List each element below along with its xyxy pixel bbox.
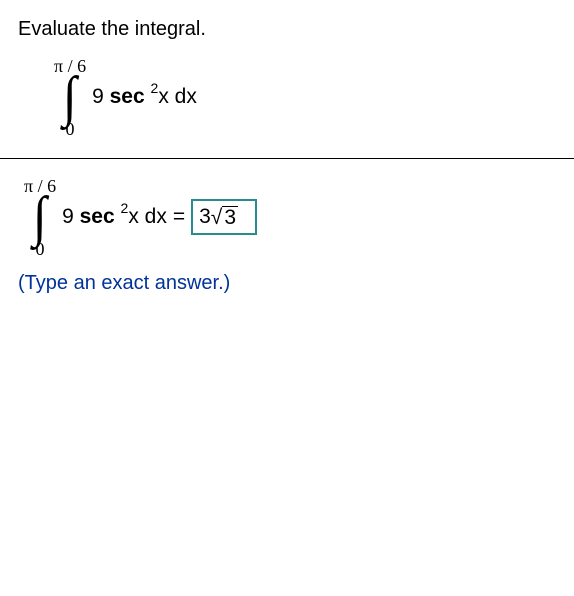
answer-equation: π / 6 ∫ 0 9 sec 2x dx = 3√3 xyxy=(24,177,556,258)
sqrt-icon: √3 xyxy=(211,206,238,228)
problem-integral: π / 6 ∫ 0 9 sec 2x dx xyxy=(54,57,556,138)
variable: x xyxy=(158,85,169,109)
coeff: 9 xyxy=(92,85,104,109)
dx-answer: dx xyxy=(145,205,167,229)
integral-symbol-group-answer: π / 6 ∫ 0 xyxy=(24,177,56,258)
func-name-answer: sec xyxy=(80,205,115,229)
answer-input[interactable]: 3√3 xyxy=(191,199,257,235)
coeff-answer: 9 xyxy=(62,205,74,229)
integrand-answer: 9 sec 2x dx xyxy=(62,205,167,229)
func-name: sec xyxy=(110,85,145,109)
equals-sign: = xyxy=(173,205,185,229)
answer-radicand: 3 xyxy=(222,206,238,228)
exponent: 2 xyxy=(151,80,159,96)
integral-symbol-group: π / 6 ∫ 0 xyxy=(54,57,86,138)
integral-sign-icon: ∫ xyxy=(63,75,77,120)
section-divider xyxy=(0,158,574,159)
integrand: 9 sec 2x dx xyxy=(92,85,197,109)
hint-text: (Type an exact answer.) xyxy=(18,272,556,295)
question-text: Evaluate the integral. xyxy=(18,18,556,41)
integral-sign-icon-answer: ∫ xyxy=(33,195,47,240)
variable-answer: x xyxy=(128,205,139,229)
answer-coeff: 3 xyxy=(199,205,211,229)
exponent-answer: 2 xyxy=(121,200,129,216)
dx: dx xyxy=(175,85,197,109)
